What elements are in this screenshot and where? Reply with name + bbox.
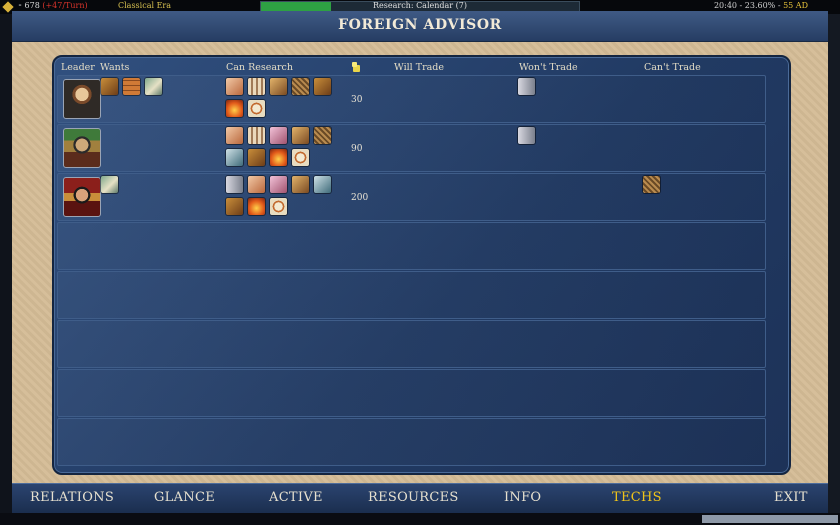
- nav-relations[interactable]: RELATIONS: [30, 490, 114, 505]
- hammer-tech-icon[interactable]: [248, 149, 265, 166]
- scroll-tech-icon[interactable]: [226, 127, 243, 144]
- nav-active[interactable]: ACTIVE: [269, 490, 323, 505]
- gold-value: 90: [351, 144, 363, 154]
- leader-portrait-1[interactable]: [63, 79, 101, 119]
- fork-tech-icon[interactable]: [226, 176, 243, 193]
- foreign-advisor-window: FOREIGN ADVISOR Leader Wants Can Researc…: [12, 11, 828, 483]
- header-will-trade: Will Trade: [394, 62, 444, 73]
- ship-tech-icon[interactable]: [226, 149, 243, 166]
- leader-row: 90: [57, 124, 766, 172]
- weave-tech-icon[interactable]: [643, 176, 660, 193]
- header-cant-trade: Can't Trade: [644, 62, 701, 73]
- leader-row: 30: [57, 75, 766, 123]
- tech-trade-panel: Leader Wants Can Research Will Trade Won…: [52, 55, 791, 475]
- scroll-tech-icon[interactable]: [226, 78, 243, 95]
- gold-value: 30: [351, 95, 363, 105]
- title-bar: FOREIGN ADVISOR: [12, 11, 828, 42]
- hammer-tech-icon[interactable]: [226, 198, 243, 215]
- columns-tech-icon[interactable]: [248, 78, 265, 95]
- year-label: 55 AD: [783, 1, 808, 10]
- weave-tech-icon[interactable]: [292, 78, 309, 95]
- horse-tech-icon[interactable]: [270, 78, 287, 95]
- nav-techs[interactable]: TECHS: [612, 490, 662, 505]
- fork-tech-icon[interactable]: [518, 78, 535, 95]
- fork-tech-icon[interactable]: [518, 127, 535, 144]
- weave-tech-icon[interactable]: [314, 127, 331, 144]
- nav-resources[interactable]: RESOURCES: [368, 490, 459, 505]
- gold-value: 200: [351, 193, 369, 203]
- nav-info[interactable]: INFO: [504, 490, 541, 505]
- research-label: Research: Calendar (7): [373, 1, 467, 10]
- window-title: FOREIGN ADVISOR: [338, 17, 502, 33]
- leader-row: [57, 418, 766, 466]
- horse-tech-icon[interactable]: [292, 127, 309, 144]
- gold-per-turn: (+47/Turn): [42, 1, 88, 10]
- leader-row: 200: [57, 173, 766, 221]
- leader-row: [57, 369, 766, 417]
- sun-tech-icon[interactable]: [248, 198, 265, 215]
- leader-row: [57, 271, 766, 319]
- ship-tech-icon[interactable]: [314, 176, 331, 193]
- leader-portrait-3[interactable]: [63, 177, 101, 217]
- hammer-tech-icon[interactable]: [314, 78, 331, 95]
- chariot-tech-icon[interactable]: [101, 176, 118, 193]
- right-edge: [828, 14, 840, 513]
- horse-tech-icon[interactable]: [292, 176, 309, 193]
- left-edge: [0, 14, 12, 513]
- compass-tech-icon[interactable]: [292, 149, 309, 166]
- hammer-tech-icon[interactable]: [101, 78, 118, 95]
- gold-coin-icon: [352, 62, 360, 72]
- clock-readout: 20:40 - 23.60% - 55 AD: [713, 1, 808, 10]
- scroll-tech-icon[interactable]: [248, 176, 265, 193]
- pink-tech-icon[interactable]: [270, 176, 287, 193]
- advisor-nav-bar: RELATIONS GLANCE ACTIVE RESOURCES INFO T…: [12, 483, 828, 514]
- nav-exit[interactable]: EXIT: [774, 490, 808, 505]
- sun-tech-icon[interactable]: [226, 100, 243, 117]
- brick-tech-icon[interactable]: [123, 78, 140, 95]
- header-leader: Leader: [61, 62, 95, 73]
- pink-tech-icon[interactable]: [270, 127, 287, 144]
- compass-tech-icon[interactable]: [270, 198, 287, 215]
- nav-glance[interactable]: GLANCE: [154, 490, 215, 505]
- leader-portrait-2[interactable]: [63, 128, 101, 168]
- minimap-bar: [702, 515, 838, 523]
- sun-tech-icon[interactable]: [270, 149, 287, 166]
- leader-row: [57, 222, 766, 270]
- chariot-tech-icon[interactable]: [145, 78, 162, 95]
- era-label: Classical Era: [118, 1, 172, 10]
- compass-tech-icon[interactable]: [248, 100, 265, 117]
- header-wont-trade: Won't Trade: [519, 62, 578, 73]
- bottom-strip: [0, 513, 840, 525]
- header-can-research: Can Research: [226, 62, 293, 73]
- leader-row: [57, 320, 766, 368]
- header-wants: Wants: [100, 62, 130, 73]
- gold-readout: ⁃ 678 (+47/Turn): [18, 1, 88, 10]
- columns-tech-icon[interactable]: [248, 127, 265, 144]
